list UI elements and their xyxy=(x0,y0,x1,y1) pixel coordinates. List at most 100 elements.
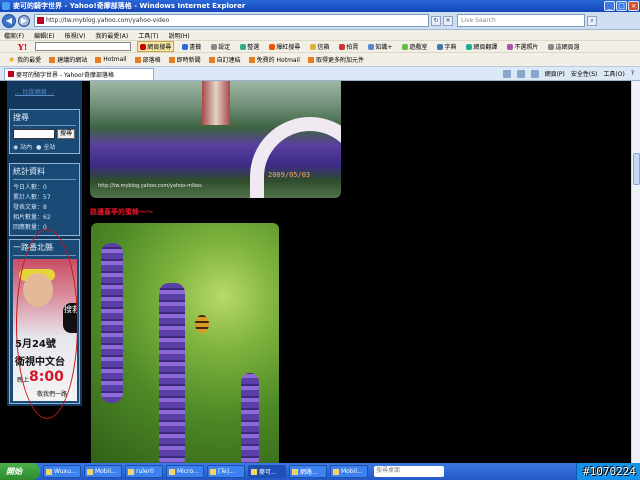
mail-label: 信箱 xyxy=(317,44,330,51)
tools-menu[interactable]: 工具(O) xyxy=(603,69,624,78)
dictionary-label: 字典 xyxy=(444,44,457,51)
help-menu[interactable]: ? xyxy=(631,70,634,77)
taskbar-item-active[interactable]: 麥可... xyxy=(248,465,286,478)
browse-label: 這網頁溜 xyxy=(555,44,580,51)
select-button[interactable]: 整選 xyxy=(238,42,261,51)
back-button[interactable]: ◀ xyxy=(2,13,16,28)
lavender-bee-photo[interactable] xyxy=(91,223,279,463)
url-field[interactable]: http://tw.myblog.yahoo.com/yahoo-video xyxy=(34,14,429,27)
menu-tools[interactable]: 工具(T) xyxy=(138,31,158,40)
hot-search-label: 爆紅搜尋 xyxy=(276,44,301,51)
knowledge-icon xyxy=(368,43,375,50)
menu-file[interactable]: 檔案(F) xyxy=(4,31,24,40)
menu-view[interactable]: 檢視(V) xyxy=(65,31,86,40)
taskbar-item-label: 麥可... xyxy=(259,469,277,476)
photos-button[interactable]: 不選照片 xyxy=(505,42,540,51)
yahoo-search-input[interactable] xyxy=(35,42,132,51)
link-hotmail[interactable]: Hotmail xyxy=(95,56,127,63)
favorites-label: 我的最愛 xyxy=(17,57,42,64)
link-label: 取得更多附加元件 xyxy=(315,57,364,64)
dictionary-button[interactable]: 字典 xyxy=(435,42,458,51)
link-suggested-sites[interactable]: 建議的網站 xyxy=(49,55,87,64)
star-icon: ★ xyxy=(8,55,16,64)
close-button[interactable]: × xyxy=(628,1,639,11)
command-bar: 網頁(P) 安全性(S) 工具(O) ? xyxy=(502,69,640,78)
link-news[interactable]: 即時新聞 xyxy=(168,55,201,64)
vertical-scrollbar[interactable] xyxy=(631,81,640,463)
auction-button[interactable]: 拍賣 xyxy=(337,42,360,51)
translate-button[interactable]: 網頁翻譯 xyxy=(464,42,499,51)
menu-edit[interactable]: 編輯(E) xyxy=(34,31,54,40)
print-icon[interactable] xyxy=(530,69,539,78)
taskbar-item-label: Mobil... xyxy=(341,468,363,475)
desktop-search-input[interactable]: 搜尋桌面 xyxy=(374,466,444,477)
link-label: 自訂連結 xyxy=(216,57,241,64)
blog-search-button[interactable]: 搜尋 xyxy=(57,129,76,139)
knowledge-button[interactable]: 知識+ xyxy=(366,42,394,51)
stop-icon[interactable]: ✕ xyxy=(443,15,453,26)
link-label: 部落格 xyxy=(142,57,161,64)
safety-menu[interactable]: 安全性(S) xyxy=(571,69,598,78)
menu-favorites[interactable]: 我的最愛(A) xyxy=(95,31,128,40)
forward-button[interactable]: ▶ xyxy=(18,14,30,27)
taskbar-item[interactable]: ruler0 xyxy=(125,465,163,478)
link-free-hotmail[interactable]: 免費的 Hotmail xyxy=(248,55,300,64)
favorites-button[interactable]: ★ 我的最愛 xyxy=(8,55,41,64)
maximize-button[interactable]: □ xyxy=(616,1,627,11)
refresh-icon[interactable]: ↻ xyxy=(431,15,441,26)
browse-icon xyxy=(548,43,555,50)
blog-search-input[interactable] xyxy=(13,129,55,139)
url-text: http://tw.myblog.yahoo.com/yahoo-video xyxy=(46,17,170,24)
windows-taskbar: 開始 Wuxu... Mobil... ruler0 Micro... [Te]… xyxy=(0,463,640,480)
link-addons[interactable]: 取得更多附加元件 xyxy=(307,55,364,64)
fire-icon xyxy=(269,43,276,50)
sidebar-top-link[interactable]: ... 比從網頁 ... xyxy=(7,81,82,96)
games-button[interactable]: 遊戲室 xyxy=(400,42,429,51)
taskbar-item[interactable]: Micro... xyxy=(166,465,204,478)
start-button[interactable]: 開始 xyxy=(0,463,40,480)
bee-shape xyxy=(195,315,209,333)
menu-help[interactable]: 說明(H) xyxy=(169,31,190,40)
settings-button[interactable]: 設定 xyxy=(209,42,232,51)
radio-site-label: 站內 xyxy=(20,144,33,151)
games-label: 遊戲室 xyxy=(409,44,428,51)
stat-today: 今日人數：0 xyxy=(13,184,47,191)
minimize-button[interactable]: _ xyxy=(604,1,615,11)
taskbar-item[interactable]: Mobil... xyxy=(84,465,122,478)
scrollbar-thumb[interactable] xyxy=(633,153,640,185)
link-blog[interactable]: 部落格 xyxy=(134,55,161,64)
yahoo-favicon-icon xyxy=(8,71,14,77)
taskbar-item-label: ruler0 xyxy=(136,468,154,475)
photo-date-stamp: 2009/05/03 xyxy=(268,171,311,179)
mail-button[interactable]: 信箱 xyxy=(308,42,331,51)
live-search-input[interactable]: Live Search xyxy=(457,14,585,27)
game-icon xyxy=(402,43,409,50)
browse-button[interactable]: 這網頁溜 xyxy=(546,42,581,51)
home-icon[interactable] xyxy=(502,69,511,78)
image-id-stamp: #1070224 xyxy=(583,465,636,478)
rss-icon[interactable] xyxy=(516,69,525,78)
taskbar-item[interactable]: Mobil... xyxy=(330,465,368,478)
link-custom[interactable]: 自訂連結 xyxy=(208,55,241,64)
taskbar-item[interactable]: [Te]... xyxy=(207,465,245,478)
garden-photo[interactable]: http://tw.myblog.yahoo.com/yahoo-mikes 2… xyxy=(90,81,341,198)
hot-search-button[interactable]: 爆紅搜尋 xyxy=(267,42,302,51)
radio-all[interactable]: ● 全站 xyxy=(36,142,55,151)
auction-label: 拍賣 xyxy=(346,44,359,51)
taskbar-item[interactable]: 網路... xyxy=(289,465,327,478)
web-search-button[interactable]: 網頁搜尋 xyxy=(137,41,175,52)
app-icon xyxy=(46,468,52,475)
taskbar-item-label: Wuxu... xyxy=(54,468,77,475)
yahoo-logo-icon[interactable]: Y! xyxy=(18,42,27,52)
windmill-shape xyxy=(202,81,230,125)
yahoo-icon xyxy=(140,43,147,50)
select-icon xyxy=(240,43,247,50)
radio-site[interactable]: ◉ 站內 xyxy=(13,142,32,151)
page-menu[interactable]: 網頁(P) xyxy=(545,69,565,78)
gear-icon xyxy=(211,43,218,50)
search-icon[interactable]: ⌕ xyxy=(587,15,597,26)
taskbar-item[interactable]: Wuxu... xyxy=(43,465,81,478)
bookmarks-button[interactable]: 書籤 xyxy=(180,42,203,51)
tab-blog[interactable]: 麥可的騎字世界 - Yahoo!奇摩部落格 xyxy=(4,67,154,80)
addons-icon xyxy=(307,56,314,63)
